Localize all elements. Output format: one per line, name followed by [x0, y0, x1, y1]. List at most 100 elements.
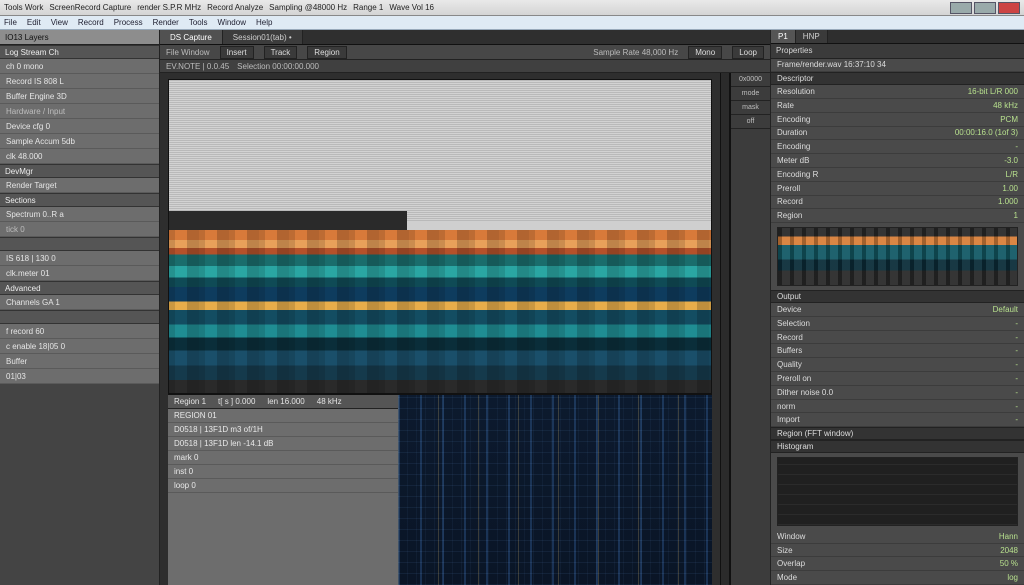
console-header-region: Region 1 — [174, 397, 206, 406]
menu-edit[interactable]: Edit — [27, 18, 41, 27]
menubar: File Edit View Record Process Render Too… — [0, 16, 1024, 30]
left-item[interactable]: 01|03 — [0, 369, 159, 384]
toolbar-insert-button[interactable]: Insert — [220, 46, 254, 59]
toolbar-loop-button[interactable]: Loop — [732, 46, 764, 59]
left-item[interactable]: c enable 18|05 0 — [0, 339, 159, 354]
console-row[interactable]: loop 0 — [168, 479, 398, 493]
histogram-plot[interactable] — [777, 457, 1018, 526]
title-extra: Range 1 — [353, 3, 383, 12]
left-item[interactable]: Render Target — [0, 178, 159, 193]
preview-thumbnail[interactable] — [777, 227, 1018, 286]
group-region: Region (FFT window) — [771, 427, 1024, 440]
prop-row[interactable]: Preroll1.00 — [771, 182, 1024, 196]
close-button[interactable] — [998, 2, 1020, 14]
center-substrip: EV.NOTE | 0.0.45 Selection 00:00:00.000 — [160, 60, 770, 73]
console-row[interactable]: mark 0 — [168, 451, 398, 465]
prop-row[interactable]: Preroll on- — [771, 372, 1024, 386]
prop-row[interactable]: Resolution16-bit L/R 000 — [771, 85, 1024, 99]
minimize-button[interactable] — [950, 2, 972, 14]
side-tag: mode — [731, 87, 770, 101]
left-item[interactable]: Buffer Engine 3D — [0, 89, 159, 104]
left-item[interactable]: clk.meter 01 — [0, 266, 159, 281]
app-name: Tools Work — [4, 3, 43, 12]
console-row[interactable]: D0518 | 13F1D len -14.1 dB — [168, 437, 398, 451]
selection-readout: Selection 00:00:00.000 — [237, 62, 319, 71]
prop-row[interactable]: Duration00:00:16.0 (1of 3) — [771, 127, 1024, 141]
menu-tools[interactable]: Tools — [189, 18, 208, 27]
toolbar-mono-button[interactable]: Mono — [688, 46, 722, 59]
prop-row[interactable]: EncodingPCM — [771, 113, 1024, 127]
left-item[interactable]: IS 618 | 130 0 — [0, 251, 159, 266]
console-row[interactable]: D0518 | 13F1D m3 of/1H — [168, 423, 398, 437]
right-tab-p1[interactable]: P1 — [771, 30, 796, 43]
prop-row[interactable]: Modelog — [771, 571, 1024, 585]
waveform-panel[interactable] — [398, 395, 712, 585]
spectrogram-canvas[interactable] — [168, 79, 712, 394]
maximize-button[interactable] — [974, 2, 996, 14]
console-header-len: len 16.000 — [267, 397, 304, 406]
side-tag: off — [731, 115, 770, 129]
left-item[interactable]: f record 60 — [0, 324, 159, 339]
left-item[interactable]: tick 0 — [0, 222, 159, 237]
console-row[interactable]: inst 0 — [168, 465, 398, 479]
prop-row[interactable]: Record- — [771, 331, 1024, 345]
left-item[interactable]: Record IS 808 L — [0, 74, 159, 89]
side-tag: mask — [731, 101, 770, 115]
prop-row[interactable]: Meter dB-3.0 — [771, 154, 1024, 168]
toolbar-region-button[interactable]: Region — [307, 46, 346, 59]
prop-row[interactable]: Record1.000 — [771, 196, 1024, 210]
prop-row[interactable]: Dither noise 0.0- — [771, 386, 1024, 400]
prop-row[interactable]: WindowHann — [771, 530, 1024, 544]
center-toolbar: File Window Insert Track Region Sample R… — [160, 45, 770, 60]
menu-window[interactable]: Window — [218, 18, 246, 27]
console-header: Region 1 t[ s ] 0.000 len 16.000 48 kHz — [168, 395, 398, 409]
side-tag: 0x0000 — [731, 73, 770, 87]
prop-row[interactable]: Region1 — [771, 209, 1024, 223]
console-header-rate: 48 kHz — [317, 397, 342, 406]
prop-row[interactable]: Overlap50 % — [771, 557, 1024, 571]
left-item[interactable]: Sample Accum 5db — [0, 134, 159, 149]
prop-row[interactable]: Encoding- — [771, 140, 1024, 154]
menu-help[interactable]: Help — [256, 18, 272, 27]
left-item[interactable]: Buffer — [0, 354, 159, 369]
console-row[interactable]: REGION 01 — [168, 409, 398, 423]
left-section-sections: Sections — [0, 193, 159, 207]
vertical-splitter[interactable] — [720, 73, 730, 585]
tab-session[interactable]: Session01(tab) • — [223, 30, 303, 44]
menu-file[interactable]: File — [4, 18, 17, 27]
prop-row[interactable]: Rate48 kHz — [771, 99, 1024, 113]
left-item[interactable]: clk 48.000 — [0, 149, 159, 164]
menu-record[interactable]: Record — [78, 18, 104, 27]
event-readout: EV.NOTE | 0.0.45 — [166, 62, 229, 71]
title-extra: render S.P.R MHz — [137, 3, 201, 12]
left-section-devmgr: DevMgr — [0, 164, 159, 178]
prop-row[interactable]: Buffers- — [771, 344, 1024, 358]
prop-row[interactable]: Import- — [771, 413, 1024, 427]
left-item[interactable]: Device cfg 0 — [0, 119, 159, 134]
canvas-side-tags: 0x0000 mode mask off — [730, 73, 770, 585]
group-histogram: Histogram — [771, 440, 1024, 453]
left-item[interactable]: ch 0 mono — [0, 59, 159, 74]
menu-render[interactable]: Render — [153, 18, 179, 27]
prop-row[interactable]: Encoding RL/R — [771, 168, 1024, 182]
console-region-list: Region 1 t[ s ] 0.000 len 16.000 48 kHz … — [168, 395, 398, 585]
left-section-blank2 — [0, 310, 159, 324]
prop-row[interactable]: DeviceDefault — [771, 303, 1024, 317]
prop-row[interactable]: Size2048 — [771, 544, 1024, 558]
left-panel-header: IO13 Layers — [0, 30, 159, 45]
prop-row[interactable]: Selection- — [771, 317, 1024, 331]
left-item[interactable]: Channels GA 1 — [0, 295, 159, 310]
menu-view[interactable]: View — [51, 18, 68, 27]
left-section-advanced: Advanced — [0, 281, 159, 295]
center-panel: DS Capture Session01(tab) • File Window … — [160, 30, 770, 585]
toolbar-label: File Window — [166, 48, 210, 57]
left-item[interactable]: Spectrum 0..R a — [0, 207, 159, 222]
right-tab-hnp[interactable]: HNP — [796, 30, 828, 43]
tab-capture[interactable]: DS Capture — [160, 30, 223, 44]
menu-process[interactable]: Process — [114, 18, 143, 27]
prop-row[interactable]: Quality- — [771, 358, 1024, 372]
group-descriptor: Descriptor — [771, 72, 1024, 85]
left-item[interactable]: Hardware / Input — [0, 104, 159, 119]
prop-row[interactable]: norm- — [771, 400, 1024, 414]
toolbar-track-button[interactable]: Track — [264, 46, 298, 59]
